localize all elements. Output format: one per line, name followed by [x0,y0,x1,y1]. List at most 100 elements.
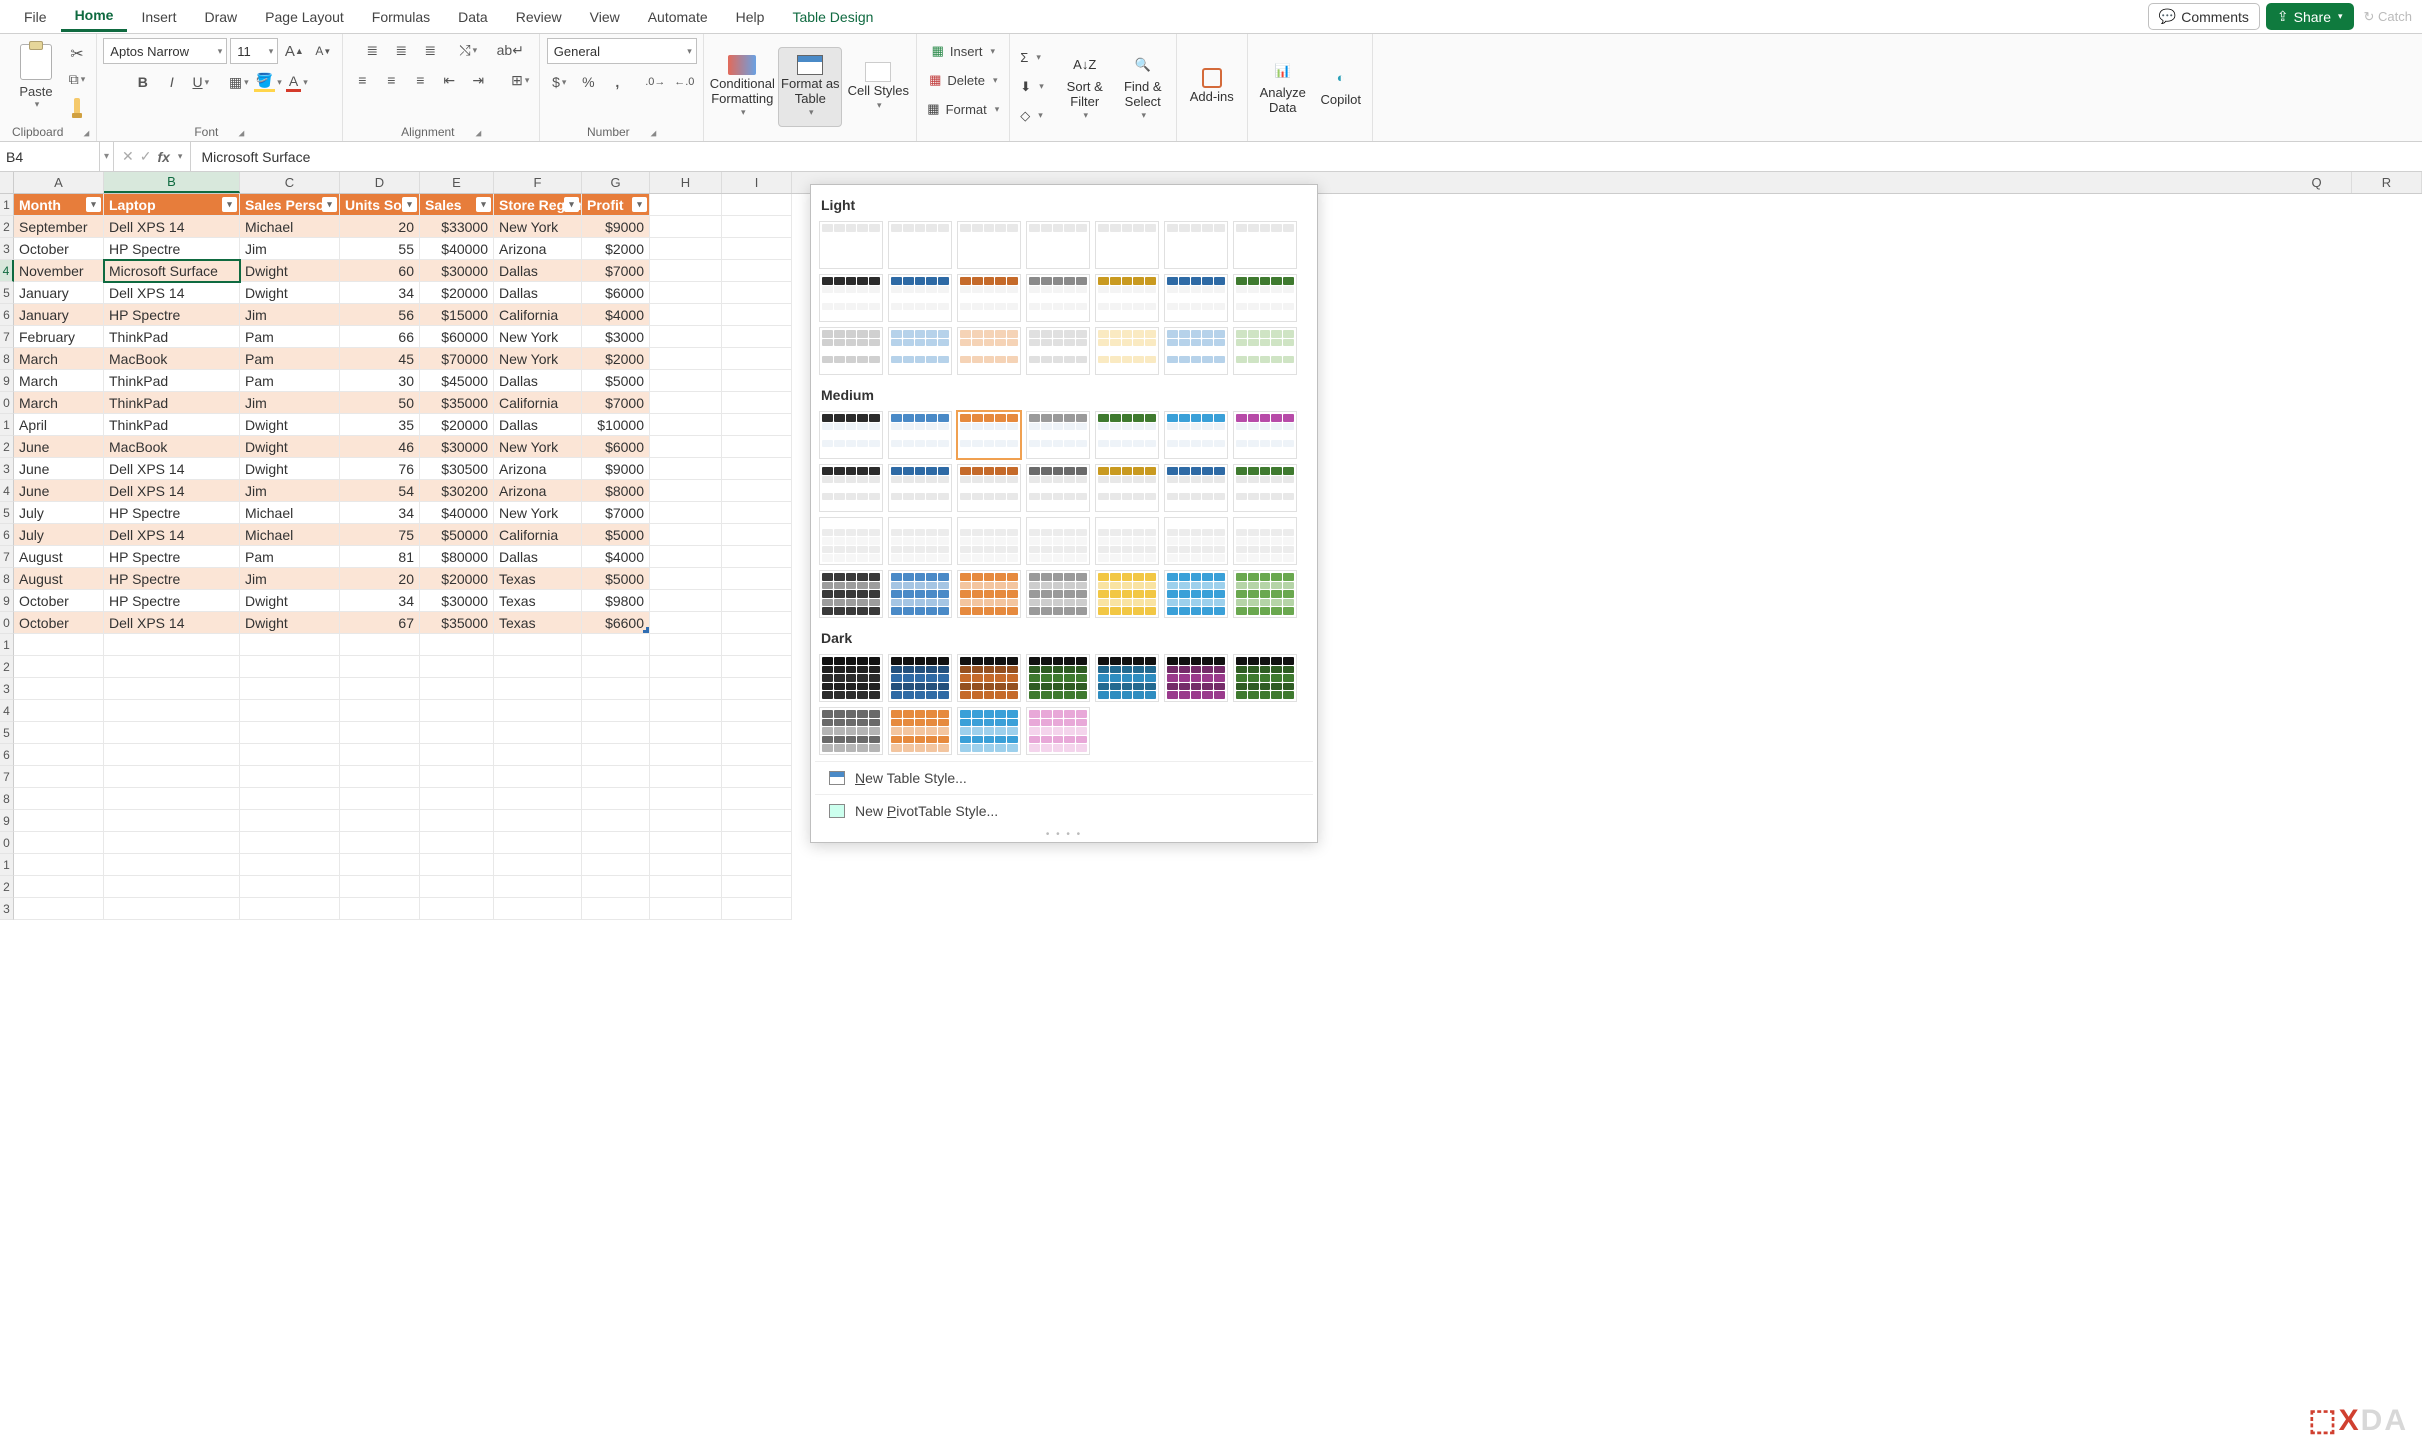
table-cell[interactable]: $8000 [582,480,650,502]
table-cell[interactable]: Dwight [240,458,340,480]
table-cell[interactable]: Texas [494,612,582,634]
empty-cell[interactable] [722,370,792,392]
empty-cell[interactable] [104,876,240,898]
table-cell[interactable]: Michael [240,524,340,546]
table-cell[interactable]: $30200 [420,480,494,502]
empty-cell[interactable] [494,700,582,722]
column-header[interactable]: Q [2282,172,2352,193]
empty-cell[interactable] [722,414,792,436]
table-style-thumbnail[interactable] [1233,411,1297,459]
filter-dropdown-icon[interactable]: ▾ [86,197,101,212]
empty-cell[interactable] [650,810,722,832]
table-cell[interactable]: Texas [494,590,582,612]
empty-cell[interactable] [650,524,722,546]
table-cell[interactable]: July [14,524,104,546]
empty-cell[interactable] [582,832,650,854]
table-cell[interactable]: $15000 [420,304,494,326]
table-style-thumbnail[interactable] [1026,570,1090,618]
empty-cell[interactable] [340,810,420,832]
empty-cell[interactable] [650,832,722,854]
table-cell[interactable]: Dallas [494,414,582,436]
empty-cell[interactable] [722,546,792,568]
table-style-thumbnail[interactable] [888,221,952,269]
table-style-thumbnail[interactable] [1095,570,1159,618]
row-header[interactable]: 5 [0,282,14,304]
empty-cell[interactable] [582,898,650,920]
empty-cell[interactable] [722,524,792,546]
empty-cell[interactable] [650,876,722,898]
table-cell[interactable]: Dell XPS 14 [104,480,240,502]
empty-cell[interactable] [240,722,340,744]
table-cell[interactable]: Dwight [240,260,340,282]
delete-cells-button[interactable]: ▦Delete▾ [925,67,1001,93]
filter-dropdown-icon[interactable]: ▾ [402,197,417,212]
empty-cell[interactable] [420,854,494,876]
table-cell[interactable]: $60000 [420,326,494,348]
autosum-button[interactable]: Σ▾ [1016,45,1047,71]
name-box[interactable]: B4 [0,142,100,171]
empty-cell[interactable] [722,722,792,744]
empty-cell[interactable] [722,458,792,480]
table-style-thumbnail[interactable] [1026,464,1090,512]
empty-cell[interactable] [650,634,722,656]
tab-draw[interactable]: Draw [190,3,251,31]
empty-cell[interactable] [240,678,340,700]
copilot-button[interactable]: ◐ Copilot [1316,47,1366,127]
table-cell[interactable]: Dwight [240,590,340,612]
empty-cell[interactable] [420,700,494,722]
empty-cell[interactable] [240,832,340,854]
empty-cell[interactable] [650,216,722,238]
table-style-thumbnail[interactable] [1095,327,1159,375]
filter-dropdown-icon[interactable]: ▾ [476,197,491,212]
empty-cell[interactable] [722,832,792,854]
table-style-thumbnail[interactable] [957,654,1021,702]
filter-dropdown-icon[interactable]: ▾ [322,197,337,212]
fx-icon[interactable]: fx [157,149,169,165]
empty-cell[interactable] [650,502,722,524]
comments-button[interactable]: 💬 Comments [2148,3,2260,30]
increase-decimal-button[interactable]: .0→ [642,70,668,94]
table-cell[interactable]: 34 [340,502,420,524]
new-table-style-button[interactable]: New Table Style... [815,761,1313,794]
italic-button[interactable]: I [159,70,185,94]
row-header[interactable]: 1 [0,854,14,876]
table-cell[interactable]: Dwight [240,282,340,304]
table-cell[interactable]: 66 [340,326,420,348]
row-header[interactable]: 2 [0,216,14,238]
table-cell[interactable]: Arizona [494,458,582,480]
empty-cell[interactable] [340,876,420,898]
table-cell[interactable]: August [14,568,104,590]
empty-cell[interactable] [104,810,240,832]
empty-cell[interactable] [722,436,792,458]
column-header[interactable]: F [494,172,582,193]
table-cell[interactable]: $30000 [420,436,494,458]
empty-cell[interactable] [14,898,104,920]
table-style-thumbnail[interactable] [1095,464,1159,512]
empty-cell[interactable] [494,744,582,766]
table-cell[interactable]: Michael [240,216,340,238]
addins-button[interactable]: Add-ins [1183,47,1241,127]
decrease-font-button[interactable]: A▼ [310,39,336,63]
table-cell[interactable]: $3000 [582,326,650,348]
table-style-thumbnail[interactable] [957,707,1021,755]
table-cell[interactable]: $30500 [420,458,494,480]
fill-button[interactable]: ⬇▾ [1016,74,1047,100]
empty-cell[interactable] [650,766,722,788]
table-cell[interactable]: October [14,238,104,260]
table-cell[interactable]: MacBook [104,348,240,370]
table-cell[interactable]: New York [494,348,582,370]
empty-cell[interactable] [240,854,340,876]
table-header-cell[interactable]: Units Sold▾ [340,194,420,216]
empty-cell[interactable] [722,700,792,722]
row-header[interactable]: 5 [0,722,14,744]
font-name-select[interactable]: Aptos Narrow▾ [103,38,227,64]
empty-cell[interactable] [650,480,722,502]
table-header-cell[interactable]: Laptop▾ [104,194,240,216]
table-cell[interactable]: 54 [340,480,420,502]
row-header[interactable]: 9 [0,810,14,832]
empty-cell[interactable] [240,744,340,766]
align-top-button[interactable]: ≣ [359,38,385,62]
table-cell[interactable]: 34 [340,282,420,304]
row-header[interactable]: 2 [0,436,14,458]
table-cell[interactable]: $2000 [582,238,650,260]
